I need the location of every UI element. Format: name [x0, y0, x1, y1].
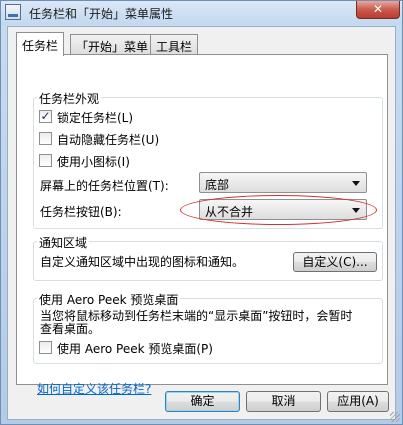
close-button[interactable]: ✕	[356, 1, 400, 19]
aero-peek-description-line2: 查看桌面。	[40, 322, 101, 336]
taskbar-location-label: 屏幕上的任务栏位置(T):	[40, 179, 169, 193]
group-title-aero-peek: 使用 Aero Peek 预览桌面	[37, 291, 181, 308]
window-title: 任务栏和「开始」菜单属性	[29, 7, 174, 21]
autohide-taskbar-row[interactable]: 自动隐藏任务栏(U)	[39, 131, 199, 147]
chevron-down-icon	[352, 181, 360, 186]
lock-taskbar-row[interactable]: ✓ 锁定任务栏(L)	[39, 109, 189, 125]
autohide-taskbar-label: 自动隐藏任务栏(U)	[57, 133, 160, 147]
tab-toolbars[interactable]: 工具栏	[150, 34, 199, 55]
title-bar[interactable]: 任务栏和「开始」菜单属性 ✕	[1, 1, 402, 25]
tab-panel-taskbar: 任务栏外观 ✓ 锁定任务栏(L) 自动隐藏任务栏(U) 使用小图标(I) 屏幕上…	[16, 54, 388, 396]
aero-peek-row[interactable]: 使用 Aero Peek 预览桌面(P)	[39, 340, 239, 356]
aero-peek-checkbox[interactable]	[39, 341, 52, 354]
customize-notification-button[interactable]: 自定义(C)...	[293, 252, 377, 272]
group-title-notification: 通知区域	[37, 234, 90, 251]
cancel-button[interactable]: 取消	[246, 391, 321, 412]
lock-taskbar-checkbox[interactable]: ✓	[39, 110, 52, 123]
lock-taskbar-label: 锁定任务栏(L)	[57, 111, 134, 125]
notification-description: 自定义通知区域中出现的图标和通知。	[40, 255, 245, 269]
taskbar-buttons-select[interactable]: 从不合并	[199, 199, 367, 220]
group-title-appearance: 任务栏外观	[37, 90, 102, 107]
aero-peek-label: 使用 Aero Peek 预览桌面(P)	[57, 342, 213, 356]
tab-taskbar[interactable]: 任务栏	[16, 32, 65, 56]
dialog-client-area: 任务栏 「开始」菜单 工具栏 任务栏外观 ✓ 锁定任务栏(L) 自动隐藏任务栏(…	[7, 26, 396, 420]
taskbar-location-value: 底部	[205, 178, 230, 192]
tab-start-menu[interactable]: 「开始」菜单	[70, 34, 155, 55]
resize-grip[interactable]	[390, 412, 400, 422]
dialog-window: 任务栏和「开始」菜单属性 ✕ 任务栏 「开始」菜单 工具栏 任务栏外观 ✓ 锁定…	[0, 0, 403, 425]
taskbar-buttons-value: 从不合并	[205, 205, 254, 219]
taskbar-app-icon	[5, 4, 21, 20]
small-icons-row[interactable]: 使用小图标(I)	[39, 153, 189, 169]
apply-button[interactable]: 应用(A)	[327, 391, 389, 412]
chevron-down-icon	[352, 208, 360, 213]
taskbar-buttons-label: 任务栏按钮(B):	[40, 205, 122, 219]
small-icons-checkbox[interactable]	[39, 154, 52, 167]
ok-button[interactable]: 确定	[165, 391, 240, 412]
taskbar-location-select[interactable]: 底部	[199, 172, 367, 193]
autohide-taskbar-checkbox[interactable]	[39, 132, 52, 145]
small-icons-label: 使用小图标(I)	[57, 155, 130, 169]
help-link[interactable]: 如何自定义该任务栏?	[37, 380, 151, 397]
